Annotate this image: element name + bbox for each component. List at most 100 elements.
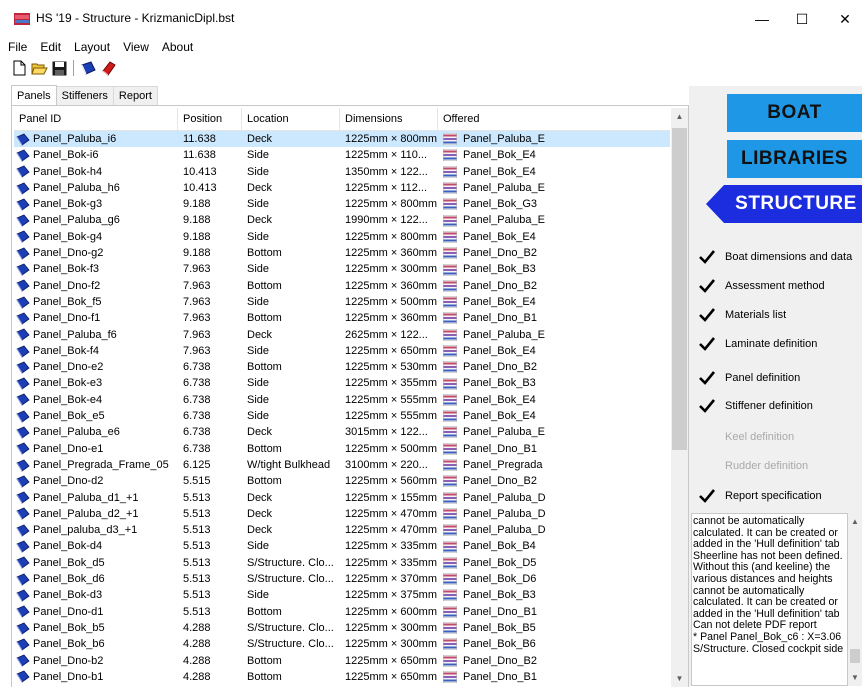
column-header-location[interactable]: Location xyxy=(242,108,340,130)
checklist-item[interactable]: Boat dimensions and data xyxy=(699,250,852,264)
table-row[interactable]: Panel_Dno-b2 4.288 Bottom 1225mm × 650mm Pan… xyxy=(14,653,670,669)
table-row[interactable]: Panel_Bok-d4 5.513 Side 1225mm × 335mm Panel… xyxy=(14,538,670,554)
table-row[interactable]: Panel_Dno-d2 5.515 Bottom 1225mm × 560mm Pan… xyxy=(14,473,670,489)
right-panel: BOAT LIBRARIES STRUCTURE Boat dimensions… xyxy=(689,86,862,686)
window-title: HS '19 - Structure - KrizmanicDipl.bst xyxy=(36,11,235,25)
table-row[interactable]: Panel_Bok_e5 6.738 Side 1225mm × 555mm Panel… xyxy=(14,408,670,424)
table-row[interactable]: Panel_Paluba_g6 9.188 Deck 1990mm × 122... P… xyxy=(14,212,670,228)
table-row[interactable]: Panel_Bok-g3 9.188 Side 1225mm × 800mm Panel… xyxy=(14,196,670,212)
table-row[interactable]: Panel_Bok_f5 7.963 Side 1225mm × 500mm Panel… xyxy=(14,294,670,310)
minimize-button[interactable]: — xyxy=(745,6,779,32)
column-header-position[interactable]: Position xyxy=(178,108,242,130)
panel-icon xyxy=(16,573,30,586)
table-row[interactable]: Panel_paluba_d3_+1 5.513 Deck 1225mm × 470m… xyxy=(14,522,670,538)
close-button[interactable]: ✕ xyxy=(828,6,862,32)
table-row[interactable]: Panel_Paluba_d1_+1 5.513 Deck 1225mm × 155m… xyxy=(14,490,670,506)
cell-panel-id: Panel_Bok_f5 xyxy=(14,294,178,310)
table-row[interactable]: Panel_Dno-g2 9.188 Bottom 1225mm × 360mm Pan… xyxy=(14,245,670,261)
menu-file[interactable]: File xyxy=(0,38,32,56)
libraries-button[interactable]: LIBRARIES xyxy=(727,140,862,178)
scroll-up-arrow-icon[interactable]: ▲ xyxy=(671,108,688,125)
menu-edit[interactable]: Edit xyxy=(32,38,66,56)
cell-panel-id: Panel_Bok-e3 xyxy=(14,375,178,391)
laminate-icon xyxy=(443,361,457,374)
table-row[interactable]: Panel_Dno-f2 7.963 Bottom 1225mm × 360mm Pan… xyxy=(14,278,670,294)
red-book-button[interactable] xyxy=(99,59,117,77)
log-line: calculated. It can be created or xyxy=(693,596,838,609)
column-header-dimensions[interactable]: Dimensions xyxy=(340,108,438,130)
table-row[interactable]: Panel_Bok_d5 5.513 S/Structure. Clo... 1225… xyxy=(14,555,670,571)
tab-stiffeners[interactable]: Stiffeners xyxy=(55,86,114,106)
table-row[interactable]: Panel_Bok-d3 5.513 Side 1225mm × 375mm Panel… xyxy=(14,587,670,603)
table-row[interactable]: Panel_Bok-i6 11.638 Side 1225mm × 110... Pan… xyxy=(14,147,670,163)
scroll-down-arrow-icon[interactable]: ▼ xyxy=(671,670,688,687)
table-row[interactable]: Panel_Dno-d1 5.513 Bottom 1225mm × 600mm Pan… xyxy=(14,604,670,620)
checklist-label: Keel definition xyxy=(725,431,795,443)
cell-dimensions: 3015mm × 122... xyxy=(345,426,428,439)
table-row[interactable]: Panel_Paluba_i6 11.638 Deck 1225mm × 800mm P… xyxy=(14,131,670,148)
table-row[interactable]: Panel_Bok_b5 4.288 S/Structure. Clo... 1225… xyxy=(14,620,670,636)
laminate-icon xyxy=(443,475,457,488)
structure-button[interactable]: STRUCTURE xyxy=(706,185,862,223)
checklist-label: Assessment method xyxy=(725,280,825,292)
log-scroll-up-icon[interactable]: ▲ xyxy=(848,513,862,530)
log-scrollbar[interactable]: ▲ ▼ xyxy=(848,513,862,686)
panel-icon xyxy=(16,459,30,472)
column-header-panel-id[interactable]: Panel ID xyxy=(14,108,178,130)
table-row[interactable]: Panel_Bok_d6 5.513 S/Structure. Clo... 1225… xyxy=(14,571,670,587)
table-row[interactable]: Panel_Dno-f1 7.963 Bottom 1225mm × 360mm Pan… xyxy=(14,310,670,326)
tab-panels[interactable]: Panels xyxy=(11,85,57,106)
boat-button[interactable]: BOAT xyxy=(727,94,862,132)
cell-dimensions: 1225mm × 800mm xyxy=(345,133,438,145)
maximize-button[interactable]: ☐ xyxy=(785,6,819,32)
cell-position: 5.513 xyxy=(183,540,211,553)
table-row[interactable]: Panel_Bok-e3 6.738 Side 1225mm × 355mm Panel… xyxy=(14,375,670,391)
menu-view[interactable]: View xyxy=(115,38,154,56)
blue-book-button[interactable] xyxy=(79,59,97,77)
panel-icon xyxy=(16,328,30,341)
cell-panel-id: Panel_Paluba_h6 xyxy=(14,180,178,196)
offered-text: Panel_Bok_B3 xyxy=(463,263,536,276)
checklist-item[interactable]: Assessment method xyxy=(699,279,825,293)
cell-offered: Panel_Paluba_D xyxy=(438,506,670,522)
menu-about[interactable]: About xyxy=(154,38,198,56)
table-row[interactable]: Panel_Bok-f4 7.963 Side 1225mm × 650mm Panel… xyxy=(14,343,670,359)
table-row[interactable]: Panel_Bok-f3 7.963 Side 1225mm × 300mm Panel… xyxy=(14,261,670,277)
table-row[interactable]: Panel_Bok-h4 10.413 Side 1350mm × 122... Pan… xyxy=(14,164,670,180)
table-row[interactable]: Panel_Paluba_f6 7.963 Deck 2625mm × 122... P… xyxy=(14,327,670,343)
scrollbar-thumb[interactable] xyxy=(672,128,687,450)
table-row[interactable]: Panel_Paluba_e6 6.738 Deck 3015mm × 122... P… xyxy=(14,424,670,440)
cell-offered: Panel_Bok_D6 xyxy=(438,571,670,587)
checkmark-icon xyxy=(699,337,715,351)
table-row[interactable]: Panel_Paluba_d2_+1 5.513 Deck 1225mm × 470m… xyxy=(14,506,670,522)
checklist-item[interactable]: Rudder definition xyxy=(725,460,808,472)
new-file-button[interactable] xyxy=(10,59,28,77)
table-row[interactable]: Panel_Bok-g4 9.188 Side 1225mm × 800mm Panel… xyxy=(14,229,670,245)
grid-vertical-scrollbar[interactable]: ▲ ▼ xyxy=(671,108,688,687)
table-row[interactable]: Panel_Dno-e2 6.738 Bottom 1225mm × 530mm Pan… xyxy=(14,359,670,375)
cell-location: Side xyxy=(247,344,270,357)
table-row[interactable]: Panel_Dno-e1 6.738 Bottom 1225mm × 500mm Pan… xyxy=(14,441,670,457)
checklist-item[interactable]: Stiffener definition xyxy=(699,399,813,413)
save-button[interactable] xyxy=(50,59,68,77)
menu-layout[interactable]: Layout xyxy=(66,38,115,56)
table-row[interactable]: Panel_Pregrada_Frame_05 6.125 W/tight Bulk… xyxy=(14,457,670,473)
panel-icon xyxy=(16,230,30,243)
checklist-item[interactable]: Materials list xyxy=(699,308,786,322)
table-row[interactable]: Panel_Bok_b6 4.288 S/Structure. Clo... 1225… xyxy=(14,636,670,652)
log-scroll-down-icon[interactable]: ▼ xyxy=(848,669,862,686)
panel-id-text: Panel_Pregrada_Frame_05 xyxy=(33,458,169,471)
tab-report[interactable]: Report xyxy=(112,86,158,106)
table-row[interactable]: Panel_Dno-b1 4.288 Bottom 1225mm × 650mm Pan… xyxy=(14,669,670,685)
table-row[interactable]: Panel_Bok-e4 6.738 Side 1225mm × 555mm Panel… xyxy=(14,392,670,408)
checklist-item[interactable]: Panel definition xyxy=(699,371,800,385)
column-header-offered[interactable]: Offered xyxy=(438,108,670,130)
table-row[interactable]: Panel_Paluba_h6 10.413 Deck 1225mm × 112...… xyxy=(14,180,670,196)
message-log[interactable]: cannot be automatically calculated. It ca… xyxy=(691,513,848,686)
checklist-item[interactable]: Report specification xyxy=(699,489,822,503)
log-scrollbar-thumb[interactable] xyxy=(850,649,860,663)
new-file-icon xyxy=(13,60,25,76)
checklist-item[interactable]: Laminate definition xyxy=(699,337,817,351)
open-file-button[interactable] xyxy=(30,59,48,77)
checklist-item[interactable]: Keel definition xyxy=(725,431,794,443)
